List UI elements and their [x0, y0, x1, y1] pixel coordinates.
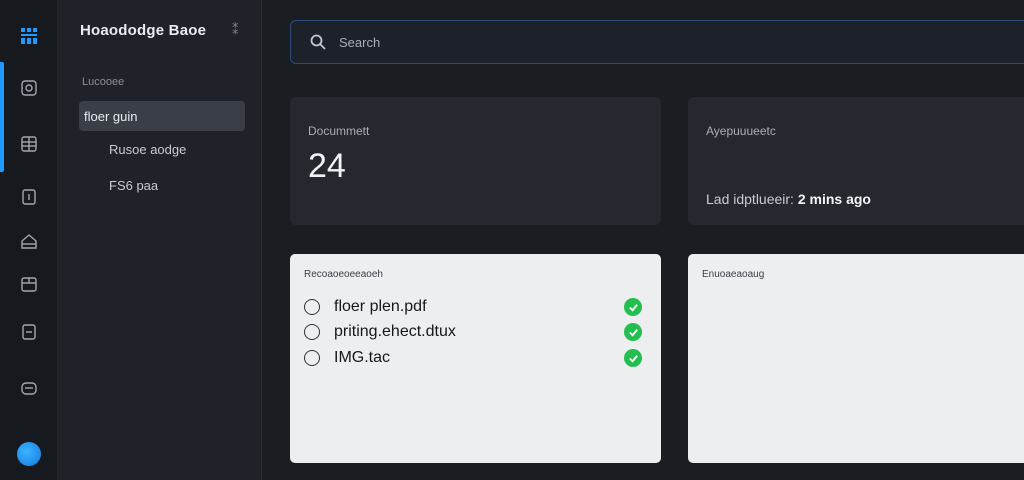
file-icon[interactable] [19, 322, 39, 342]
last-updated-prefix: Lad idptlueeir: [706, 191, 794, 207]
search-icon [310, 34, 326, 50]
sidebar-item[interactable]: FS6 paa [109, 170, 158, 200]
home-icon[interactable] [19, 231, 39, 251]
file-row[interactable]: floer plen.pdf [304, 296, 644, 318]
check-icon [624, 298, 642, 316]
dashboard-icon[interactable] [19, 78, 39, 98]
sidebar-item-active[interactable]: floer guin [79, 101, 245, 131]
recent-files-label: Recoaoeoeeaoeh [304, 269, 383, 280]
settings-icon[interactable] [19, 378, 39, 398]
app-logo-icon[interactable] [19, 26, 39, 46]
icon-rail [0, 0, 58, 480]
app-window: Hoaododge Baoe ⁑ Lucooee floer guin Ruso… [0, 0, 1024, 480]
check-icon [624, 323, 642, 341]
sidebar-item[interactable]: Rusoe aodge [109, 134, 186, 164]
brand-title: Hoaododge Baoe [80, 22, 207, 39]
recent-files-card: Recoaoeoeeaoeh floer plen.pdf priting.eh… [290, 254, 661, 463]
documents-card: Docummett 24 [290, 97, 661, 225]
grid-icon[interactable] [19, 134, 39, 154]
sidebar-section-label: Lucooee [82, 76, 125, 88]
calendar-icon[interactable] [19, 274, 39, 294]
sync-label: Ayepuuueetc [706, 124, 776, 138]
activity-card: Enuoaeaoaug [688, 254, 1024, 463]
active-indicator [0, 62, 4, 172]
file-select-radio[interactable] [304, 299, 320, 315]
collapse-toggle-icon[interactable]: ⁑ [232, 22, 239, 38]
last-updated-value: 2 mins ago [797, 191, 871, 207]
search-input[interactable] [339, 34, 639, 50]
user-avatar[interactable] [17, 442, 41, 466]
file-name: priting.ehect.dtux [334, 323, 456, 340]
documents-count: 24 [308, 147, 346, 185]
document-icon[interactable] [19, 187, 39, 207]
check-icon [624, 349, 642, 367]
sidebar: Hoaododge Baoe ⁑ Lucooee floer guin Ruso… [58, 0, 262, 480]
sync-card: Ayepuuueetc Lad idptlueeir: 2 mins ago [688, 97, 1024, 225]
file-name: IMG.tac [334, 349, 391, 366]
file-select-radio[interactable] [304, 350, 320, 366]
file-name: floer plen.pdf [334, 298, 427, 315]
file-row[interactable]: IMG.tac [304, 347, 644, 369]
file-row[interactable]: priting.ehect.dtux [304, 321, 644, 343]
search-bar[interactable] [290, 20, 1024, 64]
last-updated: Lad idptlueeir: 2 mins ago [706, 191, 871, 207]
activity-label: Enuoaeaoaug [702, 269, 765, 280]
documents-label: Docummett [308, 124, 370, 138]
file-select-radio[interactable] [304, 324, 320, 340]
